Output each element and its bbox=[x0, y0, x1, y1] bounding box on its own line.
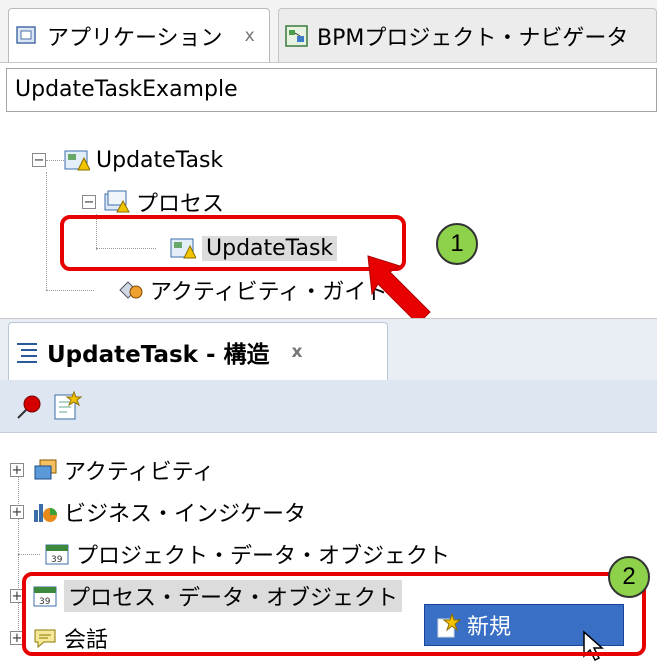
application-window-icon bbox=[15, 24, 39, 48]
callout-1: 1 bbox=[436, 223, 478, 265]
callout-2: 2 bbox=[608, 556, 650, 598]
structure-item-label: プロジェクト・データ・オブジェクト bbox=[76, 544, 451, 569]
structure-list-icon bbox=[15, 340, 39, 364]
data-object-icon: 39 bbox=[44, 542, 69, 566]
structure-item-label: ビジネス・インジケータ bbox=[64, 502, 307, 527]
bpm-project-warning-icon bbox=[64, 148, 91, 172]
structure-item-project-data-objects[interactable]: 39 プロジェクト・データ・オブジェクト bbox=[10, 534, 450, 574]
structure-tab-label: UpdateTask - 構造 bbox=[47, 341, 270, 368]
annotation-box-2 bbox=[22, 572, 646, 656]
process-folder-warning-icon bbox=[104, 190, 130, 214]
collapse-icon[interactable]: − bbox=[32, 153, 46, 167]
activity-guide-label: アクティビティ・ガイド bbox=[150, 280, 389, 305]
tree-line bbox=[46, 290, 94, 291]
tree-process-label: プロセス bbox=[136, 192, 225, 217]
structure-toolbar bbox=[0, 380, 657, 433]
tab-applications[interactable]: アプリケーション x bbox=[8, 8, 270, 62]
structure-item-label: アクティビティ bbox=[64, 460, 215, 485]
collapse-icon[interactable]: − bbox=[82, 195, 96, 209]
project-selector[interactable]: UpdateTaskExample bbox=[6, 68, 657, 112]
activity-icon bbox=[32, 458, 57, 482]
close-icon[interactable]: x bbox=[245, 26, 255, 46]
annotation-box-1 bbox=[60, 215, 406, 271]
tab-bpm-label: BPMプロジェクト・ナビゲータ bbox=[317, 25, 629, 51]
new-item-icon[interactable] bbox=[52, 390, 83, 426]
structure-item-business-indicators[interactable]: + ビジネス・インジケータ bbox=[10, 492, 306, 532]
svg-text:39: 39 bbox=[51, 555, 63, 565]
expand-icon[interactable]: + bbox=[10, 463, 24, 477]
activity-guide-icon bbox=[118, 278, 143, 302]
tree-line bbox=[46, 172, 47, 290]
tree-node-updatetask-root[interactable]: − UpdateTask bbox=[32, 140, 223, 180]
tab-bpm-project-navigator[interactable]: BPMプロジェクト・ナビゲータ bbox=[278, 8, 657, 62]
red-arrow-icon bbox=[367, 255, 431, 325]
tree-node-activity-guide[interactable]: アクティビティ・ガイド bbox=[118, 270, 388, 310]
tree-root-label: UpdateTask bbox=[96, 147, 224, 173]
structure-item-activities[interactable]: + アクティビティ bbox=[10, 450, 214, 490]
business-indicator-icon bbox=[32, 500, 57, 524]
pin-icon[interactable] bbox=[14, 392, 44, 426]
expand-icon[interactable]: + bbox=[10, 505, 24, 519]
tab-applications-label: アプリケーション bbox=[47, 25, 223, 51]
tab-structure[interactable]: UpdateTask - 構造 x bbox=[8, 322, 388, 380]
bpm-navigator-icon bbox=[285, 24, 309, 48]
close-icon[interactable]: x bbox=[292, 342, 303, 362]
